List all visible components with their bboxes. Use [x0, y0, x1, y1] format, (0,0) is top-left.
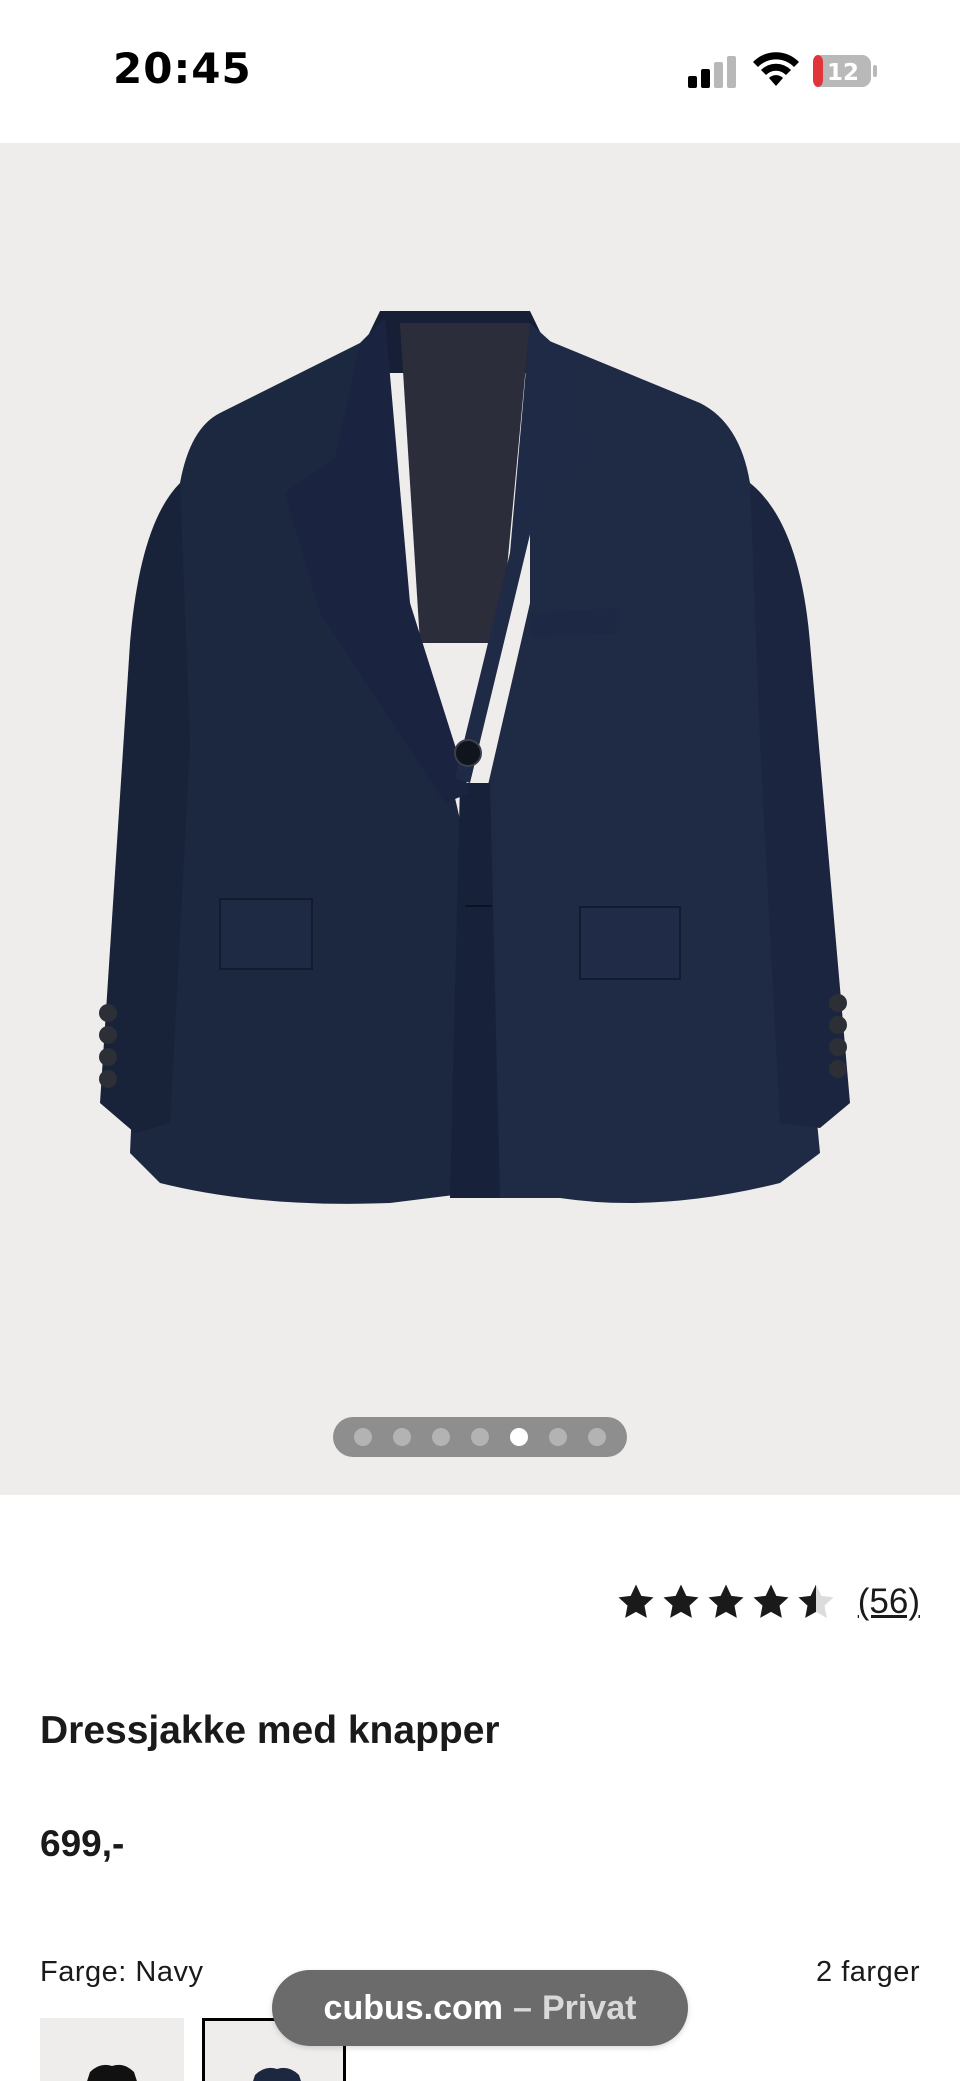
- status-bar: 20:45 12: [0, 0, 960, 143]
- star-icon: [753, 1584, 789, 1618]
- wifi-icon: [753, 52, 799, 86]
- battery-icon: 12: [813, 55, 877, 87]
- product-price: 699,-: [40, 1823, 125, 1864]
- product-photo: [99, 311, 850, 1204]
- color-count: 2 farger: [816, 1956, 920, 1988]
- battery-level: 12: [827, 60, 859, 86]
- pagination-dot[interactable]: [588, 1428, 606, 1446]
- browser-address-bar[interactable]: cubus.com – Privat: [272, 1970, 688, 2046]
- star-icon: [618, 1584, 654, 1618]
- product-rating[interactable]: (56): [616, 1582, 920, 1622]
- pagination-dot[interactable]: [393, 1428, 411, 1446]
- pagination-dot[interactable]: [549, 1428, 567, 1446]
- color-swatch-option[interactable]: [40, 2018, 184, 2081]
- product-image-gallery[interactable]: [0, 143, 960, 1495]
- jacket-thumbnail: [253, 2067, 301, 2081]
- product-title: Dressjakke med knapper: [40, 1709, 500, 1752]
- browser-domain: cubus.com: [323, 1988, 504, 2027]
- star-icon: [663, 1584, 699, 1618]
- gallery-pagination[interactable]: [333, 1417, 627, 1457]
- review-count-link[interactable]: (56): [858, 1582, 920, 1622]
- jacket-thumbnail: [87, 2064, 137, 2081]
- browser-separator: –: [513, 1988, 532, 2027]
- rating-stars: [616, 1582, 836, 1622]
- star-icon: [708, 1584, 744, 1618]
- color-label: Farge: Navy: [40, 1956, 204, 1988]
- cellular-signal-icon: [688, 56, 736, 88]
- status-time: 20:45: [113, 44, 252, 93]
- pagination-dot[interactable]: [471, 1428, 489, 1446]
- pagination-dot[interactable]: [354, 1428, 372, 1446]
- pagination-dot[interactable]: [432, 1428, 450, 1446]
- half-star-icon: [798, 1584, 834, 1618]
- browser-private-mode: Privat: [541, 1988, 637, 2027]
- pagination-dot-active[interactable]: [510, 1428, 528, 1446]
